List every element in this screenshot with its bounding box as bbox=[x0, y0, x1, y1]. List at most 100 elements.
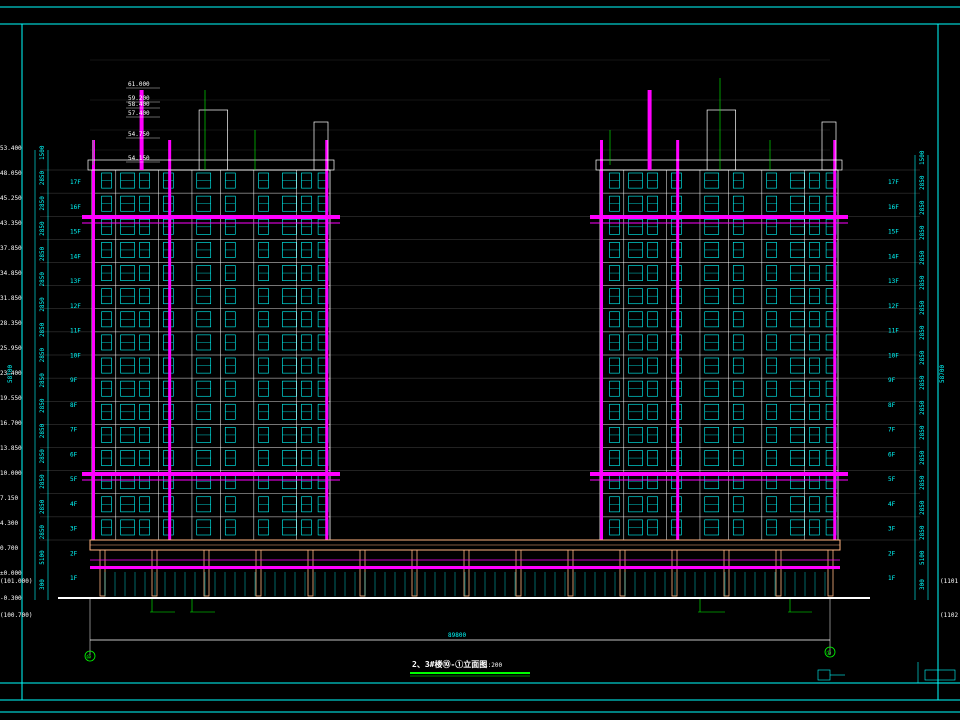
elevation-text: 4.300 bbox=[0, 520, 18, 527]
podium-column bbox=[671, 549, 678, 597]
dim-text: 2850 bbox=[919, 375, 926, 390]
elevation-text: 45.250 bbox=[0, 195, 22, 202]
elevation-text: 19.550 bbox=[0, 395, 22, 402]
roof-level-text: 58.400 bbox=[128, 101, 150, 108]
podium-magenta-band bbox=[90, 566, 840, 569]
magenta-band bbox=[82, 472, 340, 476]
floor-label: 2F bbox=[70, 550, 78, 557]
dim-text: 2850 bbox=[39, 170, 46, 185]
roof-level-text: 54.750 bbox=[128, 131, 150, 138]
podium-column bbox=[723, 549, 730, 597]
elevation-text: 48.050 bbox=[0, 170, 22, 177]
floor-label: 9F bbox=[70, 377, 78, 384]
drawing-title-block: 2、3#楼⑩-①立面图 1:200 bbox=[410, 659, 530, 677]
floor-label: 15F bbox=[888, 229, 899, 236]
floor-label: 11F bbox=[888, 328, 899, 335]
cad-elevation-drawing: 89800 ⑩ ① 2、3#楼⑩-①立面图 1:200 53.400 48.050… bbox=[0, 6, 960, 713]
level-gridlines bbox=[40, 59, 920, 541]
overall-dimension-text: 89800 bbox=[448, 632, 466, 639]
dim-text: 300 bbox=[39, 579, 46, 590]
podium-column bbox=[99, 549, 106, 597]
dim-text: 2850 bbox=[919, 450, 926, 465]
dim-text: 2850 bbox=[919, 300, 926, 315]
roof-parapet bbox=[595, 159, 843, 171]
dim-text: 2850 bbox=[919, 500, 926, 515]
floor-label: 6F bbox=[70, 451, 78, 458]
podium-base bbox=[89, 539, 841, 597]
dim-text: 2850 bbox=[919, 275, 926, 290]
drawing-scale: 1:200 bbox=[484, 662, 502, 669]
floor-label: 5F bbox=[888, 476, 896, 483]
podium-column bbox=[515, 549, 522, 597]
corner-marks bbox=[817, 662, 956, 683]
right-height-dimension: 58700 bbox=[939, 365, 946, 383]
roof-parapet bbox=[87, 159, 335, 171]
podium-column bbox=[775, 549, 782, 597]
dim-text: 2850 bbox=[39, 373, 46, 388]
floor-label: 10F bbox=[70, 352, 81, 359]
elevation-text: 37.850 bbox=[0, 245, 22, 252]
dim-text: 2850 bbox=[39, 272, 46, 287]
dim-text: 5100 bbox=[919, 550, 926, 565]
dim-text: 2850 bbox=[919, 175, 926, 190]
dim-text: 2850 bbox=[39, 196, 46, 211]
dim-text: 1500 bbox=[919, 150, 926, 165]
elevation-text: 31.850 bbox=[0, 295, 22, 302]
floor-label: 8F bbox=[888, 402, 896, 409]
dim-text: 300 bbox=[919, 579, 926, 590]
podium-column bbox=[307, 549, 314, 597]
floor-label: 11F bbox=[70, 328, 81, 335]
elevation-text: 16.700 bbox=[0, 420, 22, 427]
elevation-note: (100.700) bbox=[0, 612, 33, 619]
magenta-band bbox=[590, 215, 848, 219]
stair-core-roof bbox=[198, 109, 229, 171]
podium-column bbox=[359, 549, 366, 597]
floor-label: 4F bbox=[70, 501, 78, 508]
dim-text: 2850 bbox=[919, 475, 926, 490]
elevation-note: (1102 bbox=[940, 612, 958, 619]
elevation-text: ±0.000 bbox=[0, 570, 22, 577]
podium-column bbox=[567, 549, 574, 597]
podium-column bbox=[411, 549, 418, 597]
floor-label: 10F bbox=[888, 352, 899, 359]
floor-label: 14F bbox=[70, 253, 81, 260]
floor-label: 8F bbox=[70, 402, 78, 409]
axis-label-left: ⑩ bbox=[86, 654, 91, 661]
dim-text: 2850 bbox=[919, 525, 926, 540]
roof-level-text: 57.400 bbox=[128, 110, 150, 117]
floor-label: 1F bbox=[70, 575, 78, 582]
floor-label: 15F bbox=[70, 229, 81, 236]
drawing-title: 2、3#楼⑩-①立面图 bbox=[412, 659, 487, 669]
magenta-band bbox=[590, 472, 848, 476]
floor-label: 7F bbox=[888, 427, 896, 434]
dim-text: 2850 bbox=[39, 423, 46, 438]
dim-text: 2850 bbox=[39, 221, 46, 236]
elevation-text: 43.350 bbox=[0, 220, 22, 227]
annotations bbox=[92, 78, 812, 613]
elevation-text: 25.950 bbox=[0, 345, 22, 352]
podium-column bbox=[463, 549, 470, 597]
elevation-text: -0.300 bbox=[0, 595, 22, 602]
elevation-text: 10.000 bbox=[0, 470, 22, 477]
dim-text: 2850 bbox=[39, 449, 46, 464]
elevation-text: 7.150 bbox=[0, 495, 18, 502]
overall-dimension: 89800 bbox=[89, 598, 831, 655]
floor-label: 6F bbox=[888, 451, 896, 458]
magenta-spire bbox=[647, 90, 652, 170]
floor-label: 4F bbox=[888, 501, 896, 508]
floor-label: 12F bbox=[70, 303, 81, 310]
dim-text: 2850 bbox=[39, 398, 46, 413]
dim-text: 2850 bbox=[39, 499, 46, 514]
floor-label: 9F bbox=[888, 377, 896, 384]
elevation-text: 0.700 bbox=[0, 545, 18, 552]
elevation-text: 53.400 bbox=[0, 145, 22, 152]
right-elevation-column: 17F 16F 15F 14F 13F 12F 11F 10F 9F 8F 7F 6F 5F 4F 3F 2F… bbox=[888, 150, 958, 619]
floor-label: 3F bbox=[70, 526, 78, 533]
roof-level-text: 61.000 bbox=[128, 81, 150, 88]
dim-text: 2850 bbox=[39, 297, 46, 312]
dim-text: 2850 bbox=[919, 325, 926, 340]
axis-label-right: ① bbox=[826, 650, 831, 657]
floor-label: 16F bbox=[70, 204, 81, 211]
dim-text: 2850 bbox=[39, 322, 46, 337]
floor-label: 1F bbox=[888, 575, 896, 582]
